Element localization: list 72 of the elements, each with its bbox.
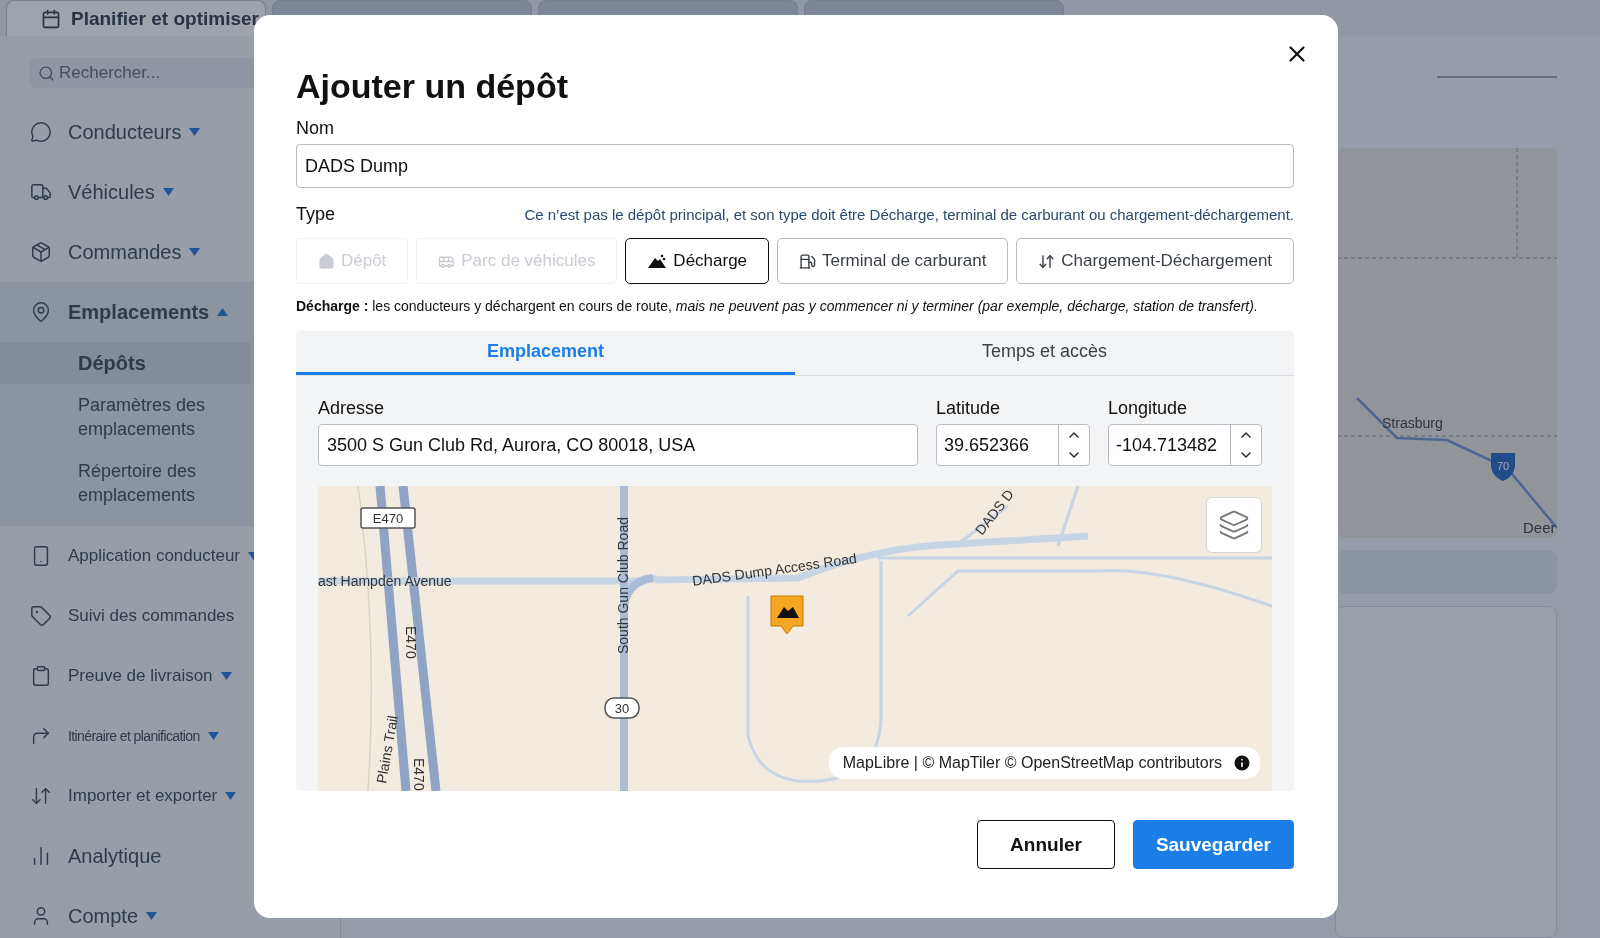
truck-icon xyxy=(30,181,52,203)
route-shield: E470 xyxy=(360,507,416,529)
app-tab[interactable]: Planifier et optimiser xyxy=(6,0,266,36)
nav-item[interactable]: Analytique xyxy=(0,826,340,886)
nav-label: Application conducteur xyxy=(68,546,240,566)
map-pin-icon xyxy=(30,301,52,323)
layers-icon xyxy=(1218,509,1250,541)
route-shield: 70 xyxy=(1491,453,1515,481)
nav-subitem[interactable]: Répertoire des emplacements xyxy=(0,450,250,516)
type-option[interactable]: Terminal de carburant xyxy=(777,238,1009,284)
nav-subitem[interactable]: Paramètres des emplacements xyxy=(0,384,250,450)
tag-icon xyxy=(30,605,52,627)
nav-item[interactable]: Compte xyxy=(0,886,340,938)
box-icon xyxy=(30,241,52,263)
place-label: Deer xyxy=(1523,519,1556,536)
search-icon xyxy=(38,64,55,82)
up-down-arrows-icon xyxy=(1038,252,1056,270)
place-label: Strasburg xyxy=(1382,415,1443,431)
tab[interactable]: Emplacement xyxy=(296,331,795,375)
caret-icon xyxy=(225,792,237,800)
nav-label: Suivi des commandes xyxy=(68,606,235,626)
road-label: E470 xyxy=(411,758,427,791)
number-field[interactable]: 39.652366 xyxy=(936,424,1090,466)
road-label: E470 xyxy=(403,626,419,659)
route-shield: 30 xyxy=(604,697,640,719)
caret-icon xyxy=(162,188,174,196)
nav-label: Conducteurs xyxy=(68,120,182,144)
caret-icon xyxy=(220,672,232,680)
caret-icon xyxy=(207,732,219,740)
fuel-icon xyxy=(799,252,816,270)
road-label: DADS Dump Access Road xyxy=(691,550,858,589)
field-label: Nom xyxy=(296,118,335,139)
swap-arrows-icon xyxy=(30,785,52,807)
tab[interactable]: Temps et accès xyxy=(795,331,1294,375)
map-layers-button[interactable] xyxy=(1206,497,1262,553)
nav-label: Preuve de livraison xyxy=(68,666,213,686)
field-label: Latitude xyxy=(936,398,1002,419)
caret-icon xyxy=(217,308,229,316)
nav-label: Analytique xyxy=(68,844,162,868)
caret-icon xyxy=(189,248,201,256)
name-field[interactable]: DADS Dump xyxy=(296,144,1294,188)
nav-subitem[interactable]: Dépôts xyxy=(0,342,250,384)
road-label: South Gun Club Road xyxy=(615,517,631,654)
chat-bubbles-icon xyxy=(30,121,52,143)
clipboard-icon xyxy=(30,665,52,687)
road-label: Plains Trail xyxy=(373,714,401,785)
field-label: Type xyxy=(296,204,336,225)
type-option[interactable]: Chargement-Déchargement xyxy=(1016,238,1295,284)
nav-label: Commandes xyxy=(68,240,182,264)
turn-arrow-icon xyxy=(30,725,52,747)
info-icon[interactable] xyxy=(1232,753,1252,773)
calendar-icon xyxy=(41,8,61,29)
cancel-button[interactable]: Annuler xyxy=(977,820,1115,869)
caret-icon xyxy=(146,912,158,920)
nav-label: Emplacements xyxy=(68,300,210,324)
nav-label: Itinéraire et planification xyxy=(68,728,200,744)
road-label: ast Hampden Avenue xyxy=(318,573,452,589)
caret-icon xyxy=(189,128,201,136)
type-option[interactable]: Décharge xyxy=(625,238,770,284)
type-hint: Ce n’est pas le dépôt principal, et son type doit être Décharge, terminal de carburant ou chargement-déchargement. xyxy=(524,206,1294,223)
field-label: Adresse xyxy=(318,398,386,419)
number-field[interactable]: -104.713482 xyxy=(1108,424,1262,466)
dump-pile-icon xyxy=(647,253,668,269)
nav-label: Compte xyxy=(68,904,139,928)
map-marker xyxy=(770,595,804,635)
nav-label: Véhicules xyxy=(68,180,155,204)
nav-label: Importer et exporter xyxy=(68,786,218,806)
save-button[interactable]: Sauvegarder xyxy=(1132,820,1294,869)
field-label: Longitude xyxy=(1108,398,1189,419)
house-icon xyxy=(317,252,335,270)
address-field[interactable]: 3500 S Gun Club Rd, Aurora, CO 80018, USA xyxy=(318,424,918,466)
map-attribution: MapLibre | © MapTiler © OpenStreetMap contributors xyxy=(842,754,1222,772)
